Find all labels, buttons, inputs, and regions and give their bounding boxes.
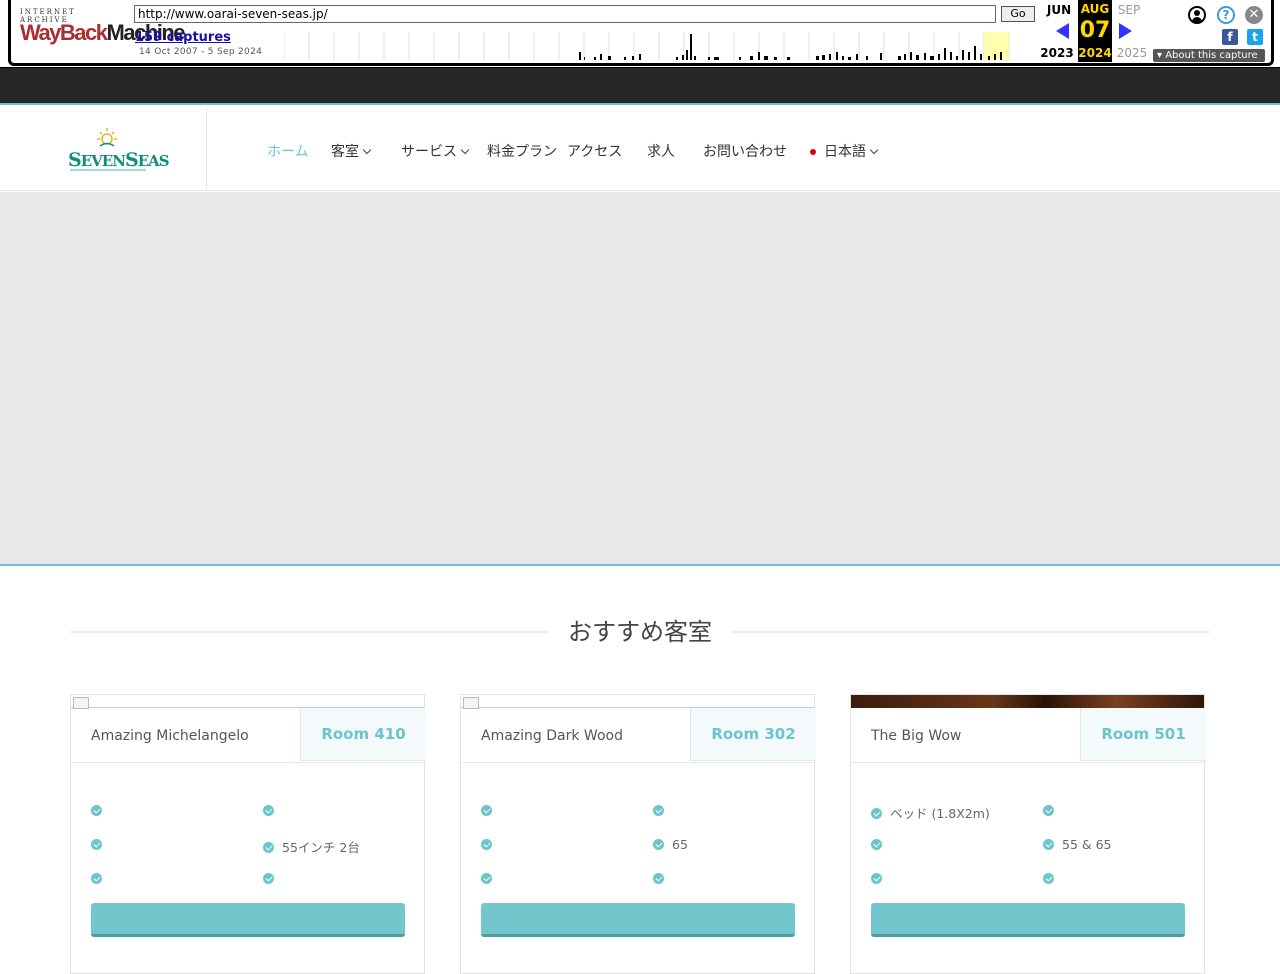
section-title: おすすめ客室 [548, 612, 732, 647]
top-bar [0, 68, 1280, 105]
check-icon [1043, 839, 1054, 850]
feature-item [1043, 803, 1062, 818]
year-current: 2024 [1078, 46, 1112, 60]
year-prev[interactable]: 2023 [1040, 46, 1074, 60]
room-image[interactable] [71, 695, 424, 709]
capture-day: 07 [1079, 18, 1111, 43]
wayback-url-input[interactable] [134, 5, 996, 23]
check-icon [91, 873, 102, 884]
feature-item [91, 837, 110, 852]
room-image[interactable] [851, 695, 1204, 708]
wayback-go-button[interactable]: Go [1001, 6, 1035, 22]
chevron-down-icon [460, 145, 470, 155]
wayback-toolbar: INTERNET ARCHIVE WayBackMachine Go 159 c… [0, 0, 1280, 68]
prev-capture-arrow-icon[interactable] [1056, 23, 1069, 39]
check-icon [263, 842, 274, 853]
sun-logo-icon [97, 128, 117, 147]
month-prev[interactable]: JUN [1042, 3, 1076, 17]
feature-item [91, 803, 110, 818]
wayback-calendar: JUN AUG SEP 07 2023 2024 2025 [1040, 0, 1150, 62]
nav-jobs[interactable]: 求人 [647, 141, 675, 161]
card-divider [851, 762, 1204, 763]
check-icon [481, 805, 492, 816]
facebook-icon[interactable]: f [1222, 29, 1238, 45]
feature-item [263, 803, 282, 818]
feature-item [263, 871, 282, 886]
check-icon [263, 805, 274, 816]
feature-item [1043, 871, 1062, 886]
check-icon [1043, 805, 1054, 816]
about-capture-button[interactable]: ▾ About this capture [1153, 49, 1265, 62]
nav-services[interactable]: サービス [401, 141, 470, 161]
feature-item: 65 [653, 837, 688, 852]
room-number-badge: Room 501 [1080, 708, 1206, 761]
check-icon [871, 839, 882, 850]
feature-item: 55 & 65 [1043, 837, 1112, 852]
nav-access[interactable]: アクセス [567, 141, 622, 161]
check-icon [263, 873, 274, 884]
room-image[interactable] [461, 695, 814, 709]
check-icon [1043, 873, 1054, 884]
feature-item: 55インチ 2台 [263, 837, 360, 856]
card-divider [461, 762, 814, 763]
room-name[interactable]: The Big Wow [871, 728, 961, 744]
logo-container: SEVENSEAS [0, 107, 207, 191]
feature-item [653, 803, 672, 818]
twitter-icon[interactable]: t [1247, 29, 1263, 45]
chevron-down-icon [362, 145, 372, 155]
next-capture-arrow-icon[interactable] [1119, 23, 1132, 39]
nav-rooms[interactable]: 客室 [331, 141, 372, 161]
feature-item [481, 837, 500, 852]
check-icon [481, 839, 492, 850]
feature-item: ベッド (1.8X2m) [871, 803, 990, 822]
room-details-button[interactable] [871, 903, 1185, 937]
chevron-down-icon [869, 145, 879, 155]
wayback-captures-link[interactable]: 159 captures [135, 30, 231, 45]
check-icon [653, 873, 664, 884]
nav-home[interactable]: ホーム [267, 141, 309, 161]
card-divider [71, 762, 424, 763]
room-number-badge: Room 410 [300, 708, 426, 761]
check-icon [91, 839, 102, 850]
room-card: Amazing Dark Wood Room 302 65 [460, 694, 816, 974]
feature-item [871, 837, 890, 852]
feature-item [871, 871, 890, 886]
feature-item [481, 871, 500, 886]
wayback-capture-range: 14 Oct 2007 - 5 Sep 2024 [139, 47, 263, 57]
feature-item [481, 803, 500, 818]
close-icon[interactable]: ✕ [1245, 6, 1263, 24]
wayback-sparkline[interactable] [284, 32, 1036, 60]
feature-item [91, 871, 110, 886]
room-card: The Big Wow Room 501 ベッド (1.8X2m) 55 & 6… [850, 694, 1206, 974]
help-icon[interactable]: ? [1217, 6, 1235, 24]
room-number-badge: Room 302 [690, 708, 816, 761]
logo-wordmark: SEVENSEAS [68, 149, 170, 171]
nav-contact[interactable]: お問い合わせ [703, 141, 787, 161]
check-icon [871, 873, 882, 884]
year-next[interactable]: 2025 [1115, 46, 1149, 60]
user-icon[interactable] [1188, 6, 1206, 24]
wayback-logo[interactable]: INTERNET ARCHIVE WayBackMachine [20, 8, 186, 50]
site-header: SEVENSEAS ホーム 客室 サービス 料金プラン アクセス 求人 お問い合… [0, 107, 1280, 191]
check-icon [653, 839, 664, 850]
room-details-button[interactable] [481, 903, 795, 937]
hero-slider [0, 192, 1280, 566]
check-icon [653, 805, 664, 816]
feature-item [653, 871, 672, 886]
site-logo[interactable]: SEVENSEAS [68, 127, 170, 173]
nav-plans[interactable]: 料金プラン [487, 141, 557, 161]
japan-flag-icon [806, 147, 820, 157]
nav-language[interactable]: 日本語 [806, 141, 879, 161]
check-icon [871, 808, 882, 819]
room-card: Amazing Michelangelo Room 410 55インチ 2台 [70, 694, 426, 974]
room-details-button[interactable] [91, 903, 405, 937]
check-icon [91, 805, 102, 816]
room-name[interactable]: Amazing Dark Wood [481, 728, 623, 744]
logo-underline [70, 169, 146, 171]
room-name[interactable]: Amazing Michelangelo [91, 728, 249, 744]
month-next[interactable]: SEP [1112, 3, 1146, 17]
check-icon [481, 873, 492, 884]
section-heading: おすすめ客室 [70, 612, 1210, 652]
